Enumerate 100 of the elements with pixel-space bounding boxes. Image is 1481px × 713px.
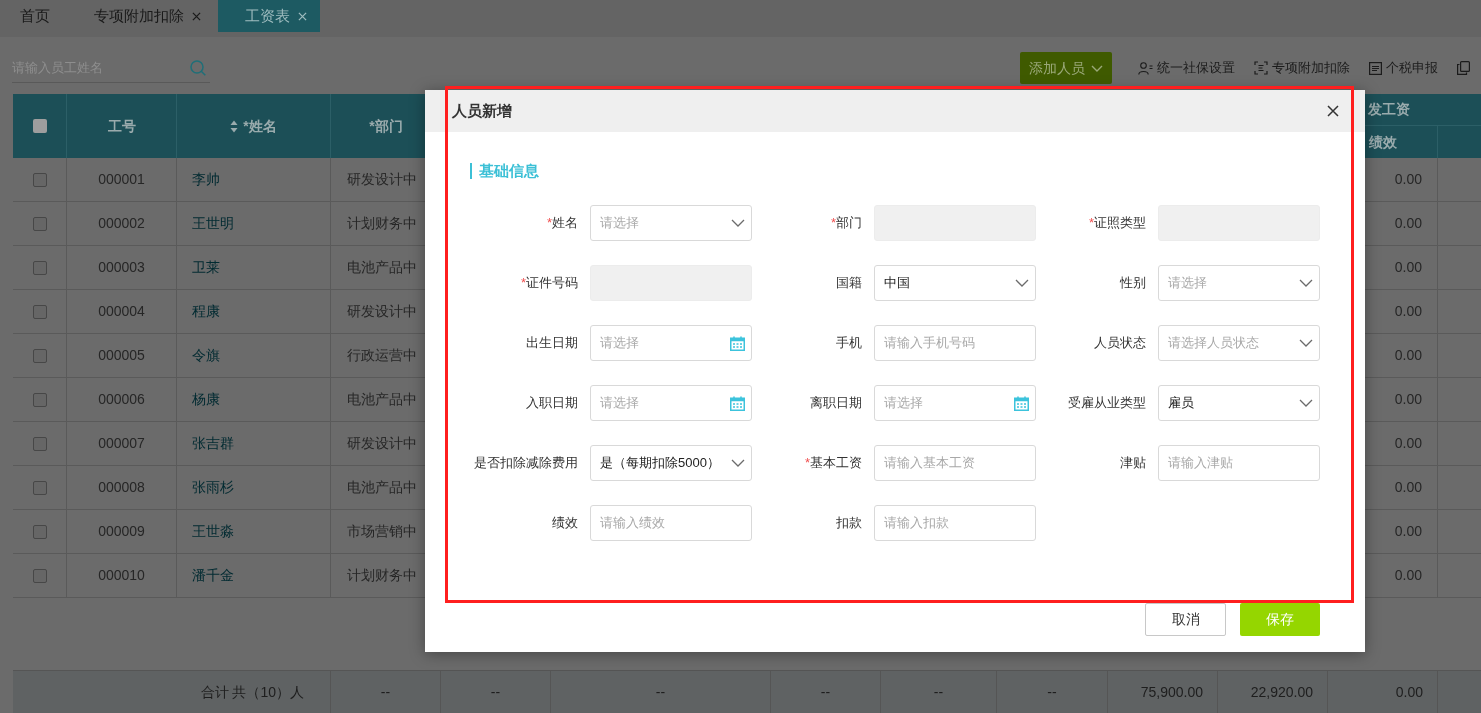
row-checkbox[interactable] <box>32 304 47 319</box>
date-field[interactable]: 请选择 <box>590 385 752 421</box>
employee-name-link[interactable]: 王世明 <box>192 213 234 234</box>
calendar-icon <box>730 395 745 411</box>
chevron-down-icon <box>1299 339 1313 347</box>
field-label: 出生日期 <box>525 334 578 353</box>
field-label: 国籍 <box>835 274 862 293</box>
row-checkbox[interactable] <box>32 172 47 187</box>
table-cell: 000009 <box>67 510 177 553</box>
employee-name-link[interactable]: 卫莱 <box>192 257 220 278</box>
field-label: 绩效 <box>551 514 578 533</box>
select-field[interactable]: 中国 <box>874 265 1036 301</box>
table-cell: 000001 <box>67 158 177 201</box>
field-label: *姓名 <box>545 214 578 233</box>
column-header: *姓名 <box>243 116 277 136</box>
date-field[interactable]: 请选择 <box>590 325 752 361</box>
tab[interactable]: 工资表 <box>218 0 320 32</box>
date-field[interactable]: 请选择 <box>874 385 1036 421</box>
save-button[interactable]: 保存 <box>1240 603 1320 636</box>
row-checkbox[interactable] <box>32 568 47 583</box>
field-label: 扣款 <box>835 514 862 533</box>
tab[interactable]: 专项附加扣除 <box>67 0 214 32</box>
field-label: 性别 <box>1119 274 1146 293</box>
field-label: *部门 <box>829 214 862 233</box>
table-cell: 000002 <box>67 202 177 245</box>
table-cell: 22,920.00 <box>1218 671 1328 713</box>
field-label: *证照类型 <box>1087 214 1146 233</box>
add-person-button[interactable]: 添加人员 <box>1020 52 1112 84</box>
calendar-icon <box>1014 395 1029 411</box>
table-cell: 000006 <box>67 378 177 421</box>
input-field[interactable]: 请输入扣款 <box>874 505 1036 541</box>
table-cell: 000004 <box>67 290 177 333</box>
select-all-checkbox[interactable] <box>32 119 47 133</box>
scan-icon <box>1254 61 1268 75</box>
table-cell: 000008 <box>67 466 177 509</box>
field-label: 津贴 <box>1119 454 1146 473</box>
employee-name-link[interactable]: 程康 <box>192 301 220 322</box>
table-cell: 合计 共（10）人 <box>13 671 331 713</box>
table-cell-text: 研发设计中 <box>346 302 418 321</box>
employee-name-link[interactable]: 杨康 <box>192 389 220 410</box>
employee-name-link[interactable]: 潘千金 <box>192 565 234 586</box>
employee-name-link[interactable]: 令旗 <box>192 345 220 366</box>
section-title: 基础信息 <box>470 163 539 179</box>
select-field[interactable]: 请选择 <box>1158 265 1320 301</box>
input-field[interactable]: 请输入手机号码 <box>874 325 1036 361</box>
row-checkbox[interactable] <box>32 348 47 363</box>
calendar-icon <box>730 335 745 351</box>
input-field[interactable]: 请输入绩效 <box>590 505 752 541</box>
field-label: *基本工资 <box>803 454 862 473</box>
field-label: 离职日期 <box>809 394 862 413</box>
column-header: 工号 <box>107 116 136 136</box>
table-cell-text: 市场营销中 <box>346 522 418 541</box>
row-checkbox[interactable] <box>32 436 47 451</box>
table-cell-text: 研发设计中 <box>346 170 418 189</box>
employee-name-link[interactable]: 王世淼 <box>192 521 234 542</box>
table-cell: -- <box>441 671 551 713</box>
chevron-down-icon <box>731 219 745 227</box>
employee-name-link[interactable]: 张雨杉 <box>192 477 234 498</box>
table-cell: 0.00 <box>1328 671 1438 713</box>
input-field[interactable]: 请输入津贴 <box>1158 445 1320 481</box>
toolbar-button[interactable]: 个税申报 <box>1369 58 1438 78</box>
chevron-down-icon <box>731 459 745 467</box>
select-field[interactable]: 请选择人员状态 <box>1158 325 1320 361</box>
field-label: 是否扣除减除费用 <box>473 454 578 473</box>
chevron-down-icon <box>1299 279 1313 287</box>
field-label: 入职日期 <box>525 394 578 413</box>
search-icon[interactable] <box>190 59 206 76</box>
cancel-button[interactable]: 取消 <box>1145 603 1226 636</box>
chevron-down-icon <box>1299 399 1313 407</box>
row-checkbox[interactable] <box>32 524 47 539</box>
select-field[interactable]: 请选择 <box>590 205 752 241</box>
row-checkbox[interactable] <box>32 392 47 407</box>
chevron-down-icon <box>1091 64 1103 72</box>
row-checkbox[interactable] <box>32 260 47 275</box>
table-cell: 000010 <box>67 554 177 597</box>
table-cell-text: 计划财务中 <box>346 566 418 585</box>
field-label: *证件号码 <box>519 274 578 293</box>
row-checkbox[interactable] <box>32 216 47 231</box>
close-icon[interactable] <box>1327 105 1339 117</box>
table-cell-text: 电池产品中 <box>346 258 418 277</box>
sort-icon[interactable] <box>230 119 239 133</box>
employee-name-link[interactable]: 李帅 <box>192 169 220 190</box>
chevron-down-icon <box>1015 279 1029 287</box>
select-field[interactable]: 雇员 <box>1158 385 1320 421</box>
table-cell-text: 电池产品中 <box>346 390 418 409</box>
employee-name-link[interactable]: 张吉群 <box>192 433 234 454</box>
table-cell: 000005 <box>67 334 177 377</box>
input-field[interactable]: 请输入基本工资 <box>874 445 1036 481</box>
table-cell: -- <box>551 671 771 713</box>
toolbar-button[interactable]: 专项附加扣除 <box>1254 58 1350 78</box>
copy-icon[interactable] <box>1457 61 1470 75</box>
tab[interactable]: 首页 <box>0 0 63 32</box>
table-cell: -- <box>997 671 1108 713</box>
column-header: *部门 <box>369 116 403 136</box>
user-icon <box>1138 61 1153 75</box>
row-checkbox[interactable] <box>32 480 47 495</box>
card-icon <box>1369 61 1382 75</box>
table-cell: 000007 <box>67 422 177 465</box>
select-field[interactable]: 是（每期扣除5000） <box>590 445 752 481</box>
table-cell-text: 行政运营中 <box>346 346 418 365</box>
